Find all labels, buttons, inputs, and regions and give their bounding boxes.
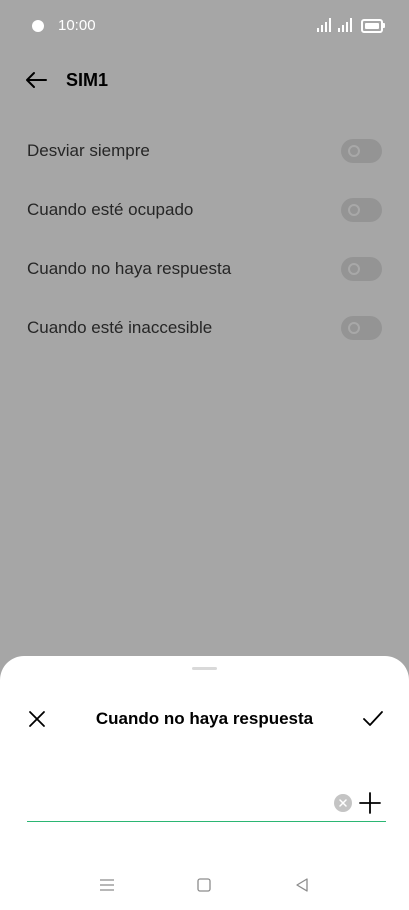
menu-icon xyxy=(100,879,114,891)
list-item-always-forward[interactable]: Desviar siempre xyxy=(0,121,409,180)
back-button[interactable] xyxy=(22,66,50,94)
screen: 10:00 SIM1 Desviar siempre Cuando esté o… xyxy=(0,0,409,910)
home-square-icon xyxy=(197,878,211,892)
status-time: 10:00 xyxy=(58,17,96,34)
input-underline xyxy=(27,821,386,822)
list-item-unreachable[interactable]: Cuando esté inaccesible xyxy=(0,298,409,357)
back-triangle-icon xyxy=(296,878,308,892)
list-item-label: Cuando esté ocupado xyxy=(27,199,194,219)
add-contact-button[interactable] xyxy=(358,791,382,815)
nav-home-button[interactable] xyxy=(193,876,215,894)
list-item-label: Cuando no haya respuesta xyxy=(27,258,232,278)
nav-back-button[interactable] xyxy=(291,876,313,894)
list-item-label: Desviar siempre xyxy=(27,140,150,160)
toggle-switch[interactable] xyxy=(341,256,382,281)
toggle-switch[interactable] xyxy=(341,197,382,222)
plus-icon xyxy=(359,792,381,814)
signal-icon xyxy=(317,18,331,32)
confirm-button[interactable] xyxy=(360,706,386,732)
clear-icon xyxy=(339,799,347,807)
clear-button[interactable] xyxy=(334,794,352,812)
nav-menu-button[interactable] xyxy=(96,876,118,894)
status-bar: 10:00 xyxy=(0,0,409,50)
battery-tip xyxy=(383,23,385,28)
list-item-no-answer[interactable]: Cuando no haya respuesta xyxy=(0,239,409,298)
toggle-switch[interactable] xyxy=(341,138,382,163)
notification-dot-icon xyxy=(32,20,44,32)
bottom-sheet-dialog: Cuando no haya respuesta xyxy=(0,656,409,910)
drag-handle[interactable] xyxy=(192,667,217,670)
list-item-when-busy[interactable]: Cuando esté ocupado xyxy=(0,180,409,239)
dialog-title: Cuando no haya respuesta xyxy=(95,709,314,728)
checkmark-icon xyxy=(363,711,383,726)
battery-icon xyxy=(361,19,383,33)
phone-number-input[interactable] xyxy=(27,788,327,816)
page-title: SIM1 xyxy=(66,70,109,90)
toggle-switch[interactable] xyxy=(341,315,382,340)
list-item-label: Cuando esté inaccesible xyxy=(27,317,213,337)
arrow-left-icon xyxy=(26,72,47,88)
signal-icon xyxy=(338,18,352,32)
